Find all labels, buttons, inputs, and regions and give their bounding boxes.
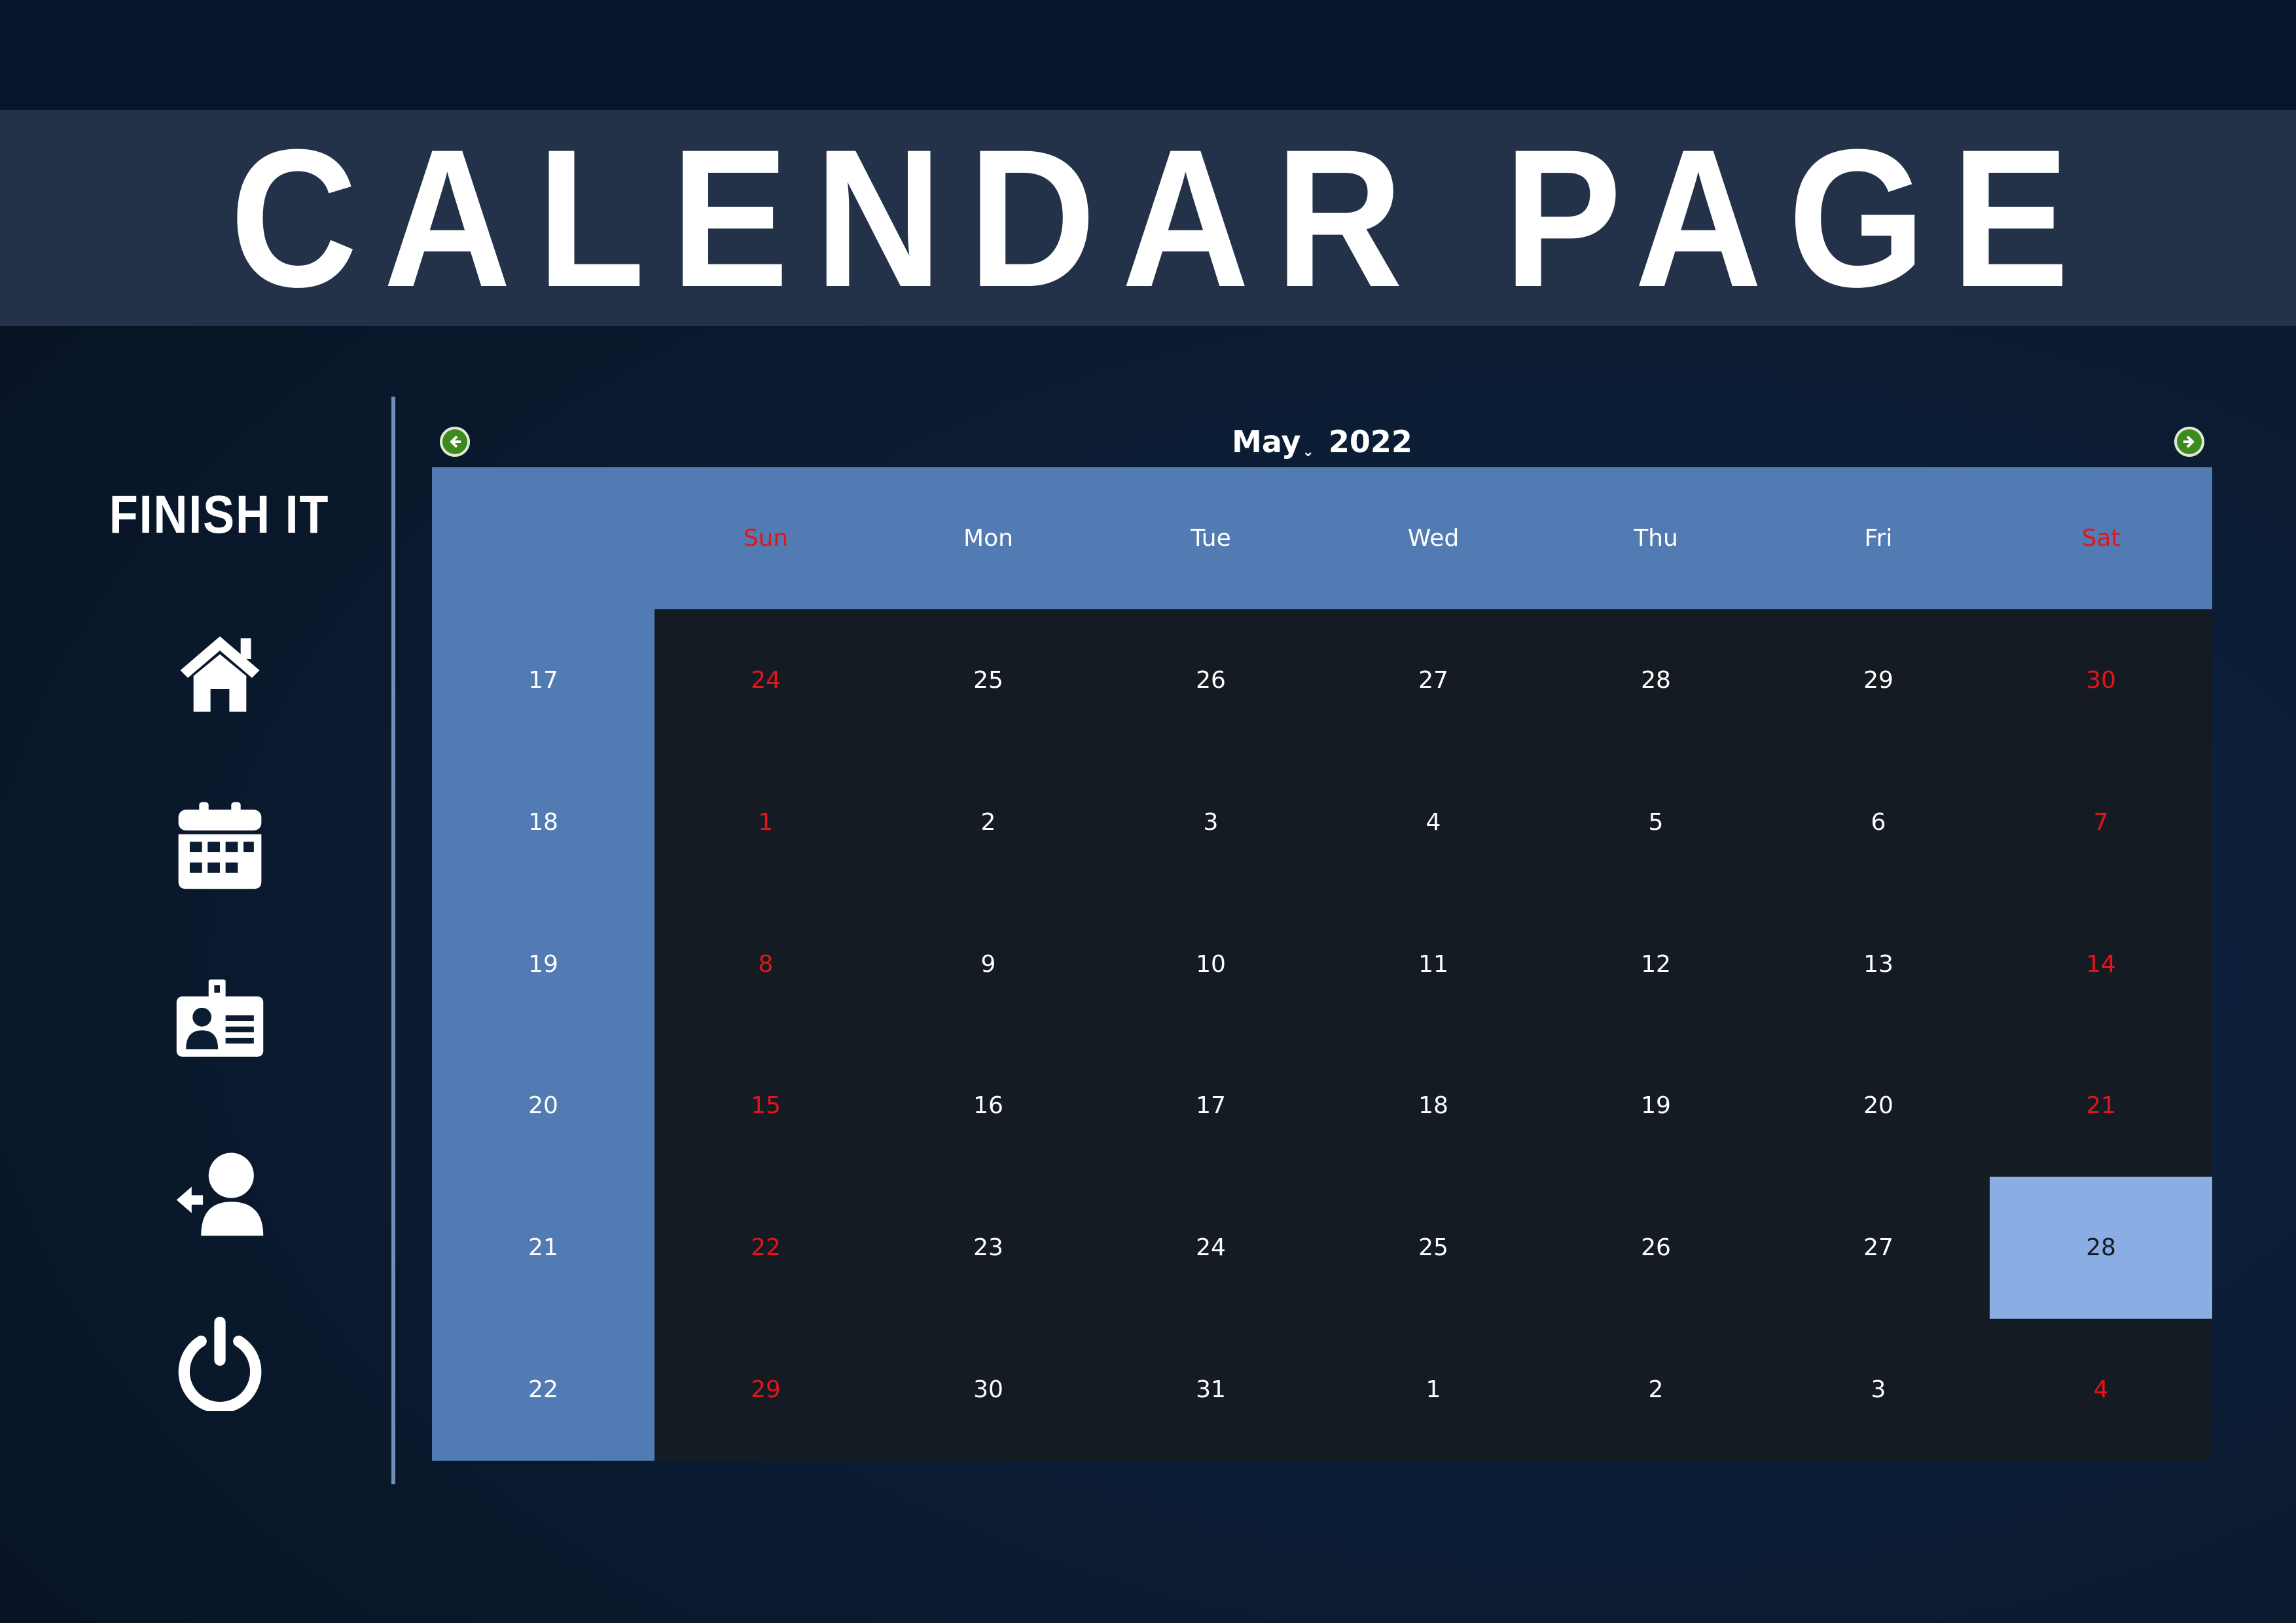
day-cell[interactable]: 27 — [1767, 1177, 1990, 1319]
day-cell[interactable]: 21 — [1990, 1035, 2212, 1177]
month-year-label: May⌄ 2022 — [432, 424, 2212, 460]
day-cell[interactable]: 4 — [1322, 751, 1545, 893]
day-cell[interactable]: 24 — [1100, 1177, 1322, 1319]
day-cell[interactable]: 6 — [1767, 751, 1990, 893]
day-cell[interactable]: 7 — [1990, 751, 2212, 893]
day-cell[interactable]: 11 — [1322, 893, 1545, 1035]
day-cell[interactable]: 1 — [1322, 1319, 1545, 1461]
day-cell[interactable]: 25 — [877, 609, 1100, 751]
day-cell[interactable]: 17 — [1100, 1035, 1322, 1177]
day-cell[interactable]: 19 — [1545, 1035, 1767, 1177]
year-label: 2022 — [1328, 424, 1412, 459]
top-band — [0, 0, 2296, 110]
month-select[interactable]: May — [1232, 424, 1300, 459]
day-cell[interactable]: 23 — [877, 1177, 1100, 1319]
day-cell[interactable]: 2 — [1545, 1319, 1767, 1461]
day-cell[interactable]: 3 — [1767, 1319, 1990, 1461]
weekday-header: Fri — [1767, 467, 1990, 609]
sidebar-divider — [391, 397, 395, 1484]
day-cell-today[interactable]: 28 — [1990, 1177, 2212, 1319]
sidebar: FINISH IT — [0, 393, 393, 1492]
day-cell[interactable]: 26 — [1100, 609, 1322, 751]
id-card-icon[interactable] — [173, 974, 267, 1068]
calendar-header: May⌄ 2022 — [432, 419, 2212, 469]
logout-user-icon[interactable] — [173, 1145, 267, 1240]
day-cell[interactable]: 31 — [1100, 1319, 1322, 1461]
brand-logo: FINISH IT — [109, 485, 330, 544]
week-number: 18 — [432, 751, 655, 893]
calendar-icon[interactable] — [173, 798, 267, 893]
day-cell[interactable]: 20 — [1767, 1035, 1990, 1177]
day-cell[interactable]: 12 — [1545, 893, 1767, 1035]
week-number: 20 — [432, 1035, 655, 1177]
day-cell[interactable]: 9 — [877, 893, 1100, 1035]
weekday-header: Tue — [1100, 467, 1322, 609]
day-cell[interactable]: 22 — [655, 1177, 877, 1319]
power-icon[interactable] — [173, 1317, 267, 1411]
chevron-down-icon[interactable]: ⌄ — [1302, 444, 1314, 460]
day-cell[interactable]: 14 — [1990, 893, 2212, 1035]
day-cell[interactable]: 25 — [1322, 1177, 1545, 1319]
day-cell[interactable]: 13 — [1767, 893, 1990, 1035]
arrow-right-icon[interactable] — [2174, 427, 2204, 457]
day-cell[interactable]: 29 — [655, 1319, 877, 1461]
day-cell[interactable]: 30 — [1990, 609, 2212, 751]
week-number: 22 — [432, 1319, 655, 1461]
day-cell[interactable]: 15 — [655, 1035, 877, 1177]
weekday-header: Wed — [1322, 467, 1545, 609]
weekday-header: Thu — [1545, 467, 1767, 609]
day-cell[interactable]: 3 — [1100, 751, 1322, 893]
day-cell[interactable]: 8 — [655, 893, 877, 1035]
week-number: 17 — [432, 609, 655, 751]
day-cell[interactable]: 27 — [1322, 609, 1545, 751]
day-cell[interactable]: 1 — [655, 751, 877, 893]
day-cell[interactable]: 2 — [877, 751, 1100, 893]
day-cell[interactable]: 26 — [1545, 1177, 1767, 1319]
header-bar: CALENDAR PAGE — [0, 110, 2296, 326]
week-number: 21 — [432, 1177, 655, 1319]
week-number-header — [432, 467, 655, 609]
day-cell[interactable]: 28 — [1545, 609, 1767, 751]
weekday-header: Sun — [655, 467, 877, 609]
weekday-header: Sat — [1990, 467, 2212, 609]
calendar-grid: Sun Mon Tue Wed Thu Fri Sat 17 24 25 26 27 28… — [432, 467, 2212, 1461]
weekday-header: Mon — [877, 467, 1100, 609]
day-cell[interactable]: 16 — [877, 1035, 1100, 1177]
day-cell[interactable]: 4 — [1990, 1319, 2212, 1461]
page-title: CALENDAR PAGE — [230, 108, 2095, 328]
week-number: 19 — [432, 893, 655, 1035]
day-cell[interactable]: 10 — [1100, 893, 1322, 1035]
day-cell[interactable]: 5 — [1545, 751, 1767, 893]
day-cell[interactable]: 18 — [1322, 1035, 1545, 1177]
day-cell[interactable]: 24 — [655, 609, 877, 751]
day-cell[interactable]: 29 — [1767, 609, 1990, 751]
home-icon[interactable] — [173, 627, 267, 721]
day-cell[interactable]: 30 — [877, 1319, 1100, 1461]
